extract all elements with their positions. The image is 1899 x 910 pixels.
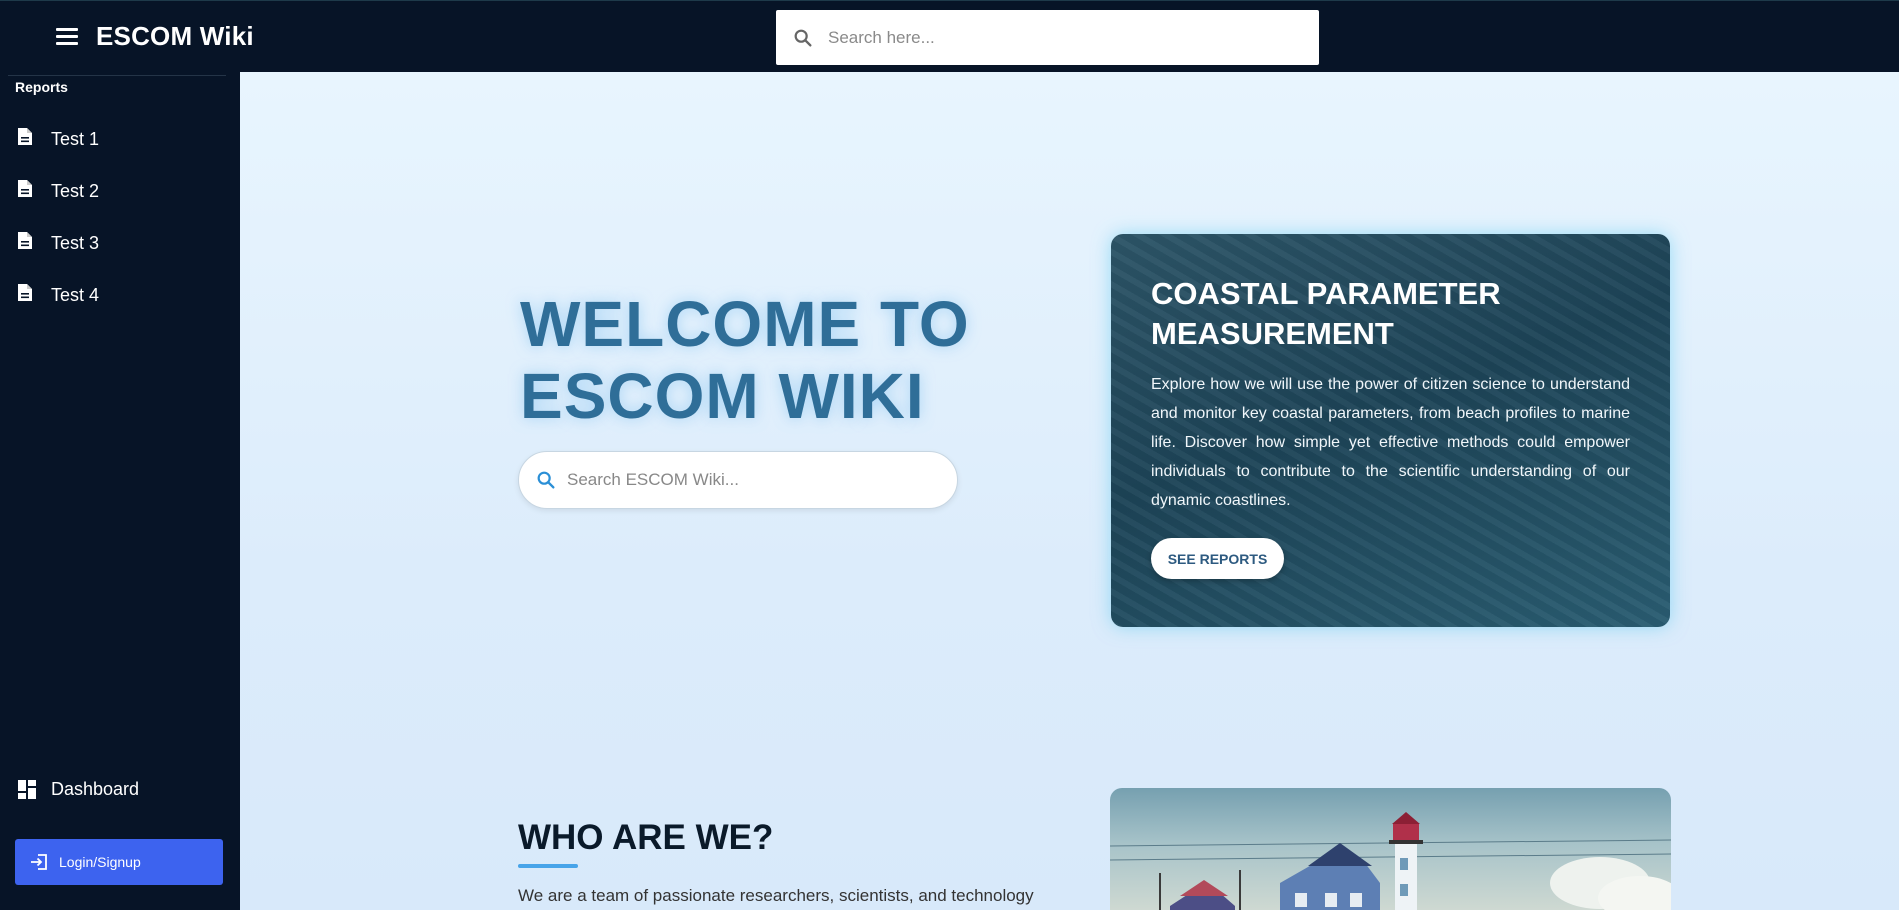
coastal-card-title-line-1: COASTAL PARAMETER: [1151, 276, 1501, 311]
who-are-we-heading: WHO ARE WE?: [518, 818, 774, 857]
sidebar-item-test-4[interactable]: Test 4: [0, 270, 240, 318]
document-icon: [18, 232, 32, 249]
document-icon: [18, 284, 32, 301]
sidebar-item-test-1[interactable]: Test 1: [0, 114, 240, 162]
top-app-bar: ESCOM Wiki: [0, 0, 1899, 72]
search-icon: [794, 29, 812, 47]
who-are-we-text: We are a team of passionate researchers,…: [518, 886, 1034, 905]
hero-title: WELCOME TO ESCOM WIKI: [520, 288, 970, 432]
hero-search-bar[interactable]: [518, 451, 958, 509]
login-signup-label: Login/Signup: [59, 854, 141, 870]
search-icon: [537, 471, 555, 489]
see-reports-button[interactable]: SEE REPORTS: [1151, 538, 1284, 579]
sidebar-section-reports: Reports: [15, 79, 68, 95]
coastal-card-title-line-2: MEASUREMENT: [1151, 316, 1394, 351]
dashboard-icon[interactable]: [18, 780, 38, 800]
sidebar-item-label: Test 3: [51, 233, 100, 253]
sidebar-item-label: Test 2: [51, 181, 100, 201]
hero-title-line-2: ESCOM WIKI: [520, 360, 925, 432]
top-search-bar[interactable]: [776, 10, 1319, 65]
login-icon: [31, 854, 47, 870]
sidebar: Reports Test 1 Test 2 Test 3 Test 4 Dash…: [0, 72, 240, 910]
hero-search-input[interactable]: [567, 470, 927, 490]
lighthouse-image: [1110, 788, 1671, 910]
sidebar-item-test-3[interactable]: Test 3: [0, 218, 240, 266]
top-search-input[interactable]: [828, 27, 1288, 48]
coastal-card-title: COASTAL PARAMETER MEASUREMENT: [1151, 274, 1631, 354]
app-title[interactable]: ESCOM Wiki: [96, 21, 254, 52]
sidebar-item-label: Test 4: [51, 285, 100, 305]
coastal-parameter-card: COASTAL PARAMETER MEASUREMENT Explore ho…: [1111, 234, 1670, 627]
sidebar-item-dashboard[interactable]: Dashboard: [51, 779, 139, 800]
hero-title-line-1: WELCOME TO: [520, 288, 970, 360]
heading-underline: [518, 864, 578, 868]
lighthouse-illustration: [1110, 812, 1671, 910]
document-icon: [18, 128, 32, 145]
menu-icon[interactable]: [56, 28, 78, 46]
sidebar-item-test-2[interactable]: Test 2: [0, 166, 240, 214]
document-icon: [18, 180, 32, 197]
coastal-card-description: Explore how we will use the power of cit…: [1151, 376, 1630, 509]
sidebar-divider: [8, 75, 226, 76]
login-signup-button[interactable]: Login/Signup: [15, 839, 223, 885]
sidebar-item-label: Test 1: [51, 129, 100, 149]
